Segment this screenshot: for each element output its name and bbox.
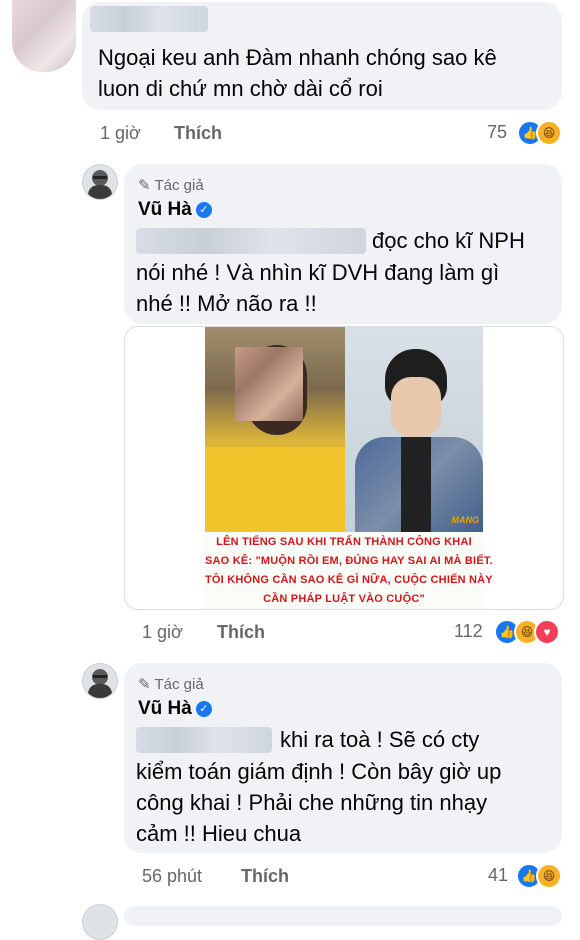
comment-time[interactable]: 56 phút <box>142 866 202 887</box>
comment-bubble-3: ✎ Tác giả Vũ Hà ✓ khi ra toà ! Sẽ có cty … <box>124 663 562 853</box>
haha-reaction-icon: 😆 <box>536 120 562 146</box>
attached-image[interactable]: MANG LÊN TIẾNG SAU KHI TRẤN THÀNH CÔNG K… <box>205 327 493 609</box>
caption-line: SAO KÊ: "MUỘN RỒI EM, ĐÚNG HAY SAI AI MÀ… <box>205 555 493 567</box>
author-tag: ✎ Tác giả <box>138 675 204 693</box>
comment-text-line: luon di chứ mn chờ dài cổ roi <box>98 76 383 101</box>
author-name-row[interactable]: Vũ Hà ✓ <box>138 698 212 720</box>
photo-man: MANG <box>345 327 483 532</box>
attached-image-card[interactable]: MANG LÊN TIẾNG SAU KHI TRẤN THÀNH CÔNG K… <box>124 326 564 610</box>
pencil-icon: ✎ <box>138 676 151 693</box>
reaction-count[interactable]: 75 <box>487 122 507 143</box>
comment-text-line: nhé !! Mở não ra !! <box>136 291 317 316</box>
author-avatar[interactable] <box>82 164 118 200</box>
commenter-name-blurred[interactable] <box>90 6 208 32</box>
pencil-icon: ✎ <box>138 177 151 194</box>
comment-time[interactable]: 1 giờ <box>142 622 183 643</box>
author-tag: ✎ Tác giả <box>138 176 204 194</box>
author-tag-label: Tác giả <box>154 177 204 194</box>
author-tag-label: Tác giả <box>154 676 204 693</box>
author-name[interactable]: Vũ Hà <box>138 698 192 719</box>
like-button[interactable]: Thích <box>174 123 222 144</box>
comment-text-line: nói nhé ! Và nhìn kĩ DVH đang làm gì <box>136 260 500 285</box>
reaction-count[interactable]: 41 <box>488 865 508 886</box>
author-avatar[interactable] <box>82 663 118 699</box>
image-caption: LÊN TIẾNG SAU KHI TRẤN THÀNH CÔNG KHAI S… <box>205 532 493 609</box>
verified-badge-icon: ✓ <box>195 201 212 218</box>
comment-bubble-1: Ngoại keu anh Đàm nhanh chóng sao kê luo… <box>82 2 562 110</box>
caption-line: LÊN TIẾNG SAU KHI TRẤN THÀNH CÔNG KHAI <box>216 536 472 548</box>
author-name-row[interactable]: Vũ Hà ✓ <box>138 199 212 221</box>
commenter-avatar-blurred[interactable] <box>12 0 76 72</box>
next-comment-bubble <box>124 906 562 926</box>
caption-line: CẦN PHÁP LUẬT VÀO CUỘC" <box>263 593 425 605</box>
reaction-count[interactable]: 112 <box>454 621 483 642</box>
author-name[interactable]: Vũ Hà <box>138 199 192 220</box>
comment-text-line: khi ra toà ! Sẽ có cty <box>280 727 480 752</box>
comment-text-line: kiểm toán giám định ! Còn bây giờ up <box>136 759 502 784</box>
love-reaction-icon: ♥ <box>534 619 560 645</box>
like-button[interactable]: Thích <box>217 622 265 643</box>
author-avatar[interactable] <box>82 904 118 940</box>
comment-text-line: Ngoại keu anh Đàm nhanh chóng sao kê <box>98 45 497 70</box>
caption-line: TÔI KHÔNG CẦN SAO KÊ GÌ NỮA, CUỘC CHIẾN … <box>205 574 493 586</box>
tagged-name-blurred[interactable] <box>136 727 272 753</box>
haha-reaction-icon: 😆 <box>536 863 562 889</box>
comment-text-line: đọc cho kĩ NPH <box>372 228 525 253</box>
comment-text-line: cảm !! Hieu chua <box>136 821 302 846</box>
photo-woman-blurred <box>205 327 345 532</box>
comment-time[interactable]: 1 giờ <box>100 123 141 144</box>
comment-bubble-2: ✎ Tác giả Vũ Hà ✓ đọc cho kĩ NPH nói nhé … <box>124 164 562 324</box>
tagged-name-blurred[interactable] <box>136 228 366 254</box>
verified-badge-icon: ✓ <box>195 700 212 717</box>
comment-text-line: công khai ! Phải che những tin nhạy <box>136 790 488 815</box>
like-button[interactable]: Thích <box>241 866 289 887</box>
watermark: MANG <box>451 515 480 525</box>
